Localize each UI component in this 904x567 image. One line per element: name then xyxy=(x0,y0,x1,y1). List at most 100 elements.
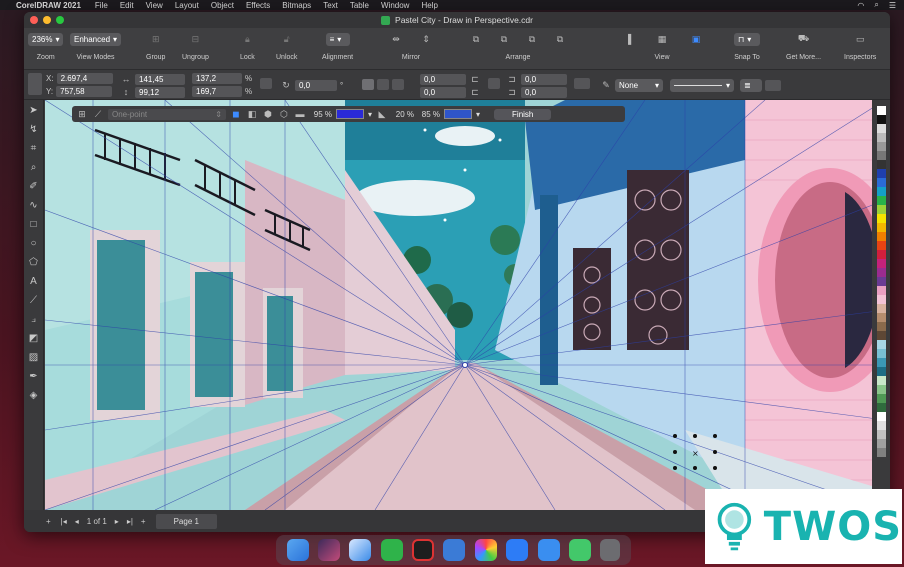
object-origin-icon[interactable] xyxy=(28,73,42,95)
chevron-down-icon[interactable]: ▾ xyxy=(368,110,372,119)
line-color-swatch[interactable] xyxy=(444,109,473,119)
corner-tr-field[interactable]: 0,0 xyxy=(521,73,567,85)
palette-color-swatch[interactable] xyxy=(876,322,886,331)
rotation-field[interactable]: 0,0 xyxy=(295,79,337,91)
menu-object[interactable]: Object xyxy=(211,1,234,10)
palette-color-swatch[interactable] xyxy=(876,277,886,286)
font-manager-app-icon[interactable] xyxy=(443,539,466,561)
line-opacity-value[interactable]: 20 % xyxy=(392,110,414,119)
minimize-button[interactable] xyxy=(43,16,51,24)
grid-opacity-value[interactable]: 95 % xyxy=(310,110,332,119)
palette-color-swatch[interactable] xyxy=(876,340,886,349)
safari-app-icon[interactable] xyxy=(349,539,372,561)
menu-table[interactable]: Table xyxy=(350,1,369,10)
first-page-icon[interactable]: |◂ xyxy=(61,517,67,526)
palette-color-swatch[interactable] xyxy=(876,187,886,196)
finish-button[interactable]: Finish xyxy=(494,108,552,120)
mail-app-icon[interactable] xyxy=(537,539,560,561)
snap-to-tool[interactable]: ⊓ ▾ Snap To xyxy=(734,30,760,61)
to-curves-icon[interactable] xyxy=(765,80,781,91)
menu-text[interactable]: Text xyxy=(323,1,338,10)
lock-ratio-icon[interactable] xyxy=(260,78,272,89)
palette-color-swatch[interactable] xyxy=(876,151,886,160)
drawing-canvas[interactable]: × ⊞ ⟋ One-point ⇕ ◼ ◧ ⬢ ⬡ ▬ 95 % ▾ ◣ 20 %… xyxy=(45,100,885,510)
text-tool-icon[interactable]: A xyxy=(28,275,40,287)
palette-color-swatch[interactable] xyxy=(876,331,886,340)
palette-color-swatch[interactable] xyxy=(876,295,886,304)
zoom-button[interactable] xyxy=(56,16,64,24)
palette-color-swatch[interactable] xyxy=(876,403,886,412)
rectangle-tool-icon[interactable]: □ xyxy=(28,218,40,230)
previous-page-icon[interactable]: ◂ xyxy=(75,517,79,526)
palette-color-swatch[interactable] xyxy=(876,259,886,268)
corner-tl-field[interactable]: 0,0 xyxy=(420,73,466,85)
palette-color-swatch[interactable] xyxy=(876,160,886,169)
app-store-app-icon[interactable] xyxy=(506,539,529,561)
palette-color-swatch[interactable] xyxy=(876,214,886,223)
snap-to-dropdown[interactable]: ⊓ ▾ xyxy=(734,32,760,46)
perspective-plane-top-icon[interactable]: ⬢ xyxy=(262,108,274,120)
palette-color-swatch[interactable] xyxy=(876,115,886,124)
alignment-dropdown[interactable]: ≡ ▾ xyxy=(325,32,350,46)
corner-scallop-icon[interactable] xyxy=(377,79,389,90)
search-icon[interactable]: ⌕ xyxy=(874,0,878,10)
last-page-icon[interactable]: ▸| xyxy=(127,517,133,526)
transparency-icon[interactable]: ▨ xyxy=(28,351,40,363)
line-style-dropdown[interactable]: ▾ xyxy=(670,79,734,92)
control-center-icon[interactable]: ☰ xyxy=(889,1,896,10)
palette-color-swatch[interactable] xyxy=(876,241,886,250)
palette-color-swatch[interactable] xyxy=(876,124,886,133)
parallel-dimension-icon[interactable]: ⟋ xyxy=(28,294,40,306)
palette-color-swatch[interactable] xyxy=(876,394,886,403)
grid-color-swatch[interactable] xyxy=(336,109,364,119)
scale-height-field[interactable]: 169,7 xyxy=(192,86,242,97)
palette-color-swatch[interactable] xyxy=(876,133,886,142)
perspective-plane-front-icon[interactable]: ◼ xyxy=(230,108,242,120)
menu-help[interactable]: Help xyxy=(421,1,437,10)
messages-app-icon[interactable] xyxy=(568,539,591,561)
unlock-tool[interactable]: 🔓︎ Unlock xyxy=(276,30,297,62)
palette-color-swatch[interactable] xyxy=(876,385,886,394)
palette-color-swatch[interactable] xyxy=(876,376,886,385)
perspective-type-dropdown[interactable]: One-point ⇕ xyxy=(108,108,226,120)
drop-shadow-icon[interactable]: ◩ xyxy=(28,332,40,344)
polygon-tool-icon[interactable]: ⬠ xyxy=(28,256,40,268)
coreldraw-app-icon[interactable] xyxy=(380,539,403,561)
palette-color-swatch[interactable] xyxy=(876,358,886,367)
zoom-dropdown[interactable]: 236% ▾ xyxy=(28,32,64,46)
lock-corners-icon[interactable] xyxy=(488,78,500,89)
height-field[interactable]: 99,12 xyxy=(135,86,185,98)
outline-width-dropdown[interactable]: None ▾ xyxy=(615,79,663,92)
palette-color-swatch[interactable] xyxy=(876,367,886,376)
y-position-field[interactable]: 757,58 xyxy=(56,86,113,97)
palette-color-swatch[interactable] xyxy=(876,268,886,277)
photos-app-icon[interactable] xyxy=(474,539,497,561)
app-name-menu[interactable]: CorelDRAW 2021 xyxy=(16,1,81,10)
corner-round-icon[interactable] xyxy=(362,79,374,90)
palette-color-swatch[interactable] xyxy=(876,304,886,313)
wifi-icon[interactable]: ◠ xyxy=(857,1,864,10)
ellipse-tool-icon[interactable]: ○ xyxy=(28,237,40,249)
palette-color-swatch[interactable] xyxy=(876,313,886,322)
palette-color-swatch[interactable] xyxy=(876,232,886,241)
corner-bl-field[interactable]: 0,0 xyxy=(420,86,466,98)
alignment-tool[interactable]: ≡ ▾ Alignment xyxy=(322,30,353,61)
perspective-draw-icon[interactable]: ⟋ xyxy=(92,108,104,120)
palette-color-swatch[interactable] xyxy=(876,205,886,214)
freehand-tool-icon[interactable]: ✐ xyxy=(28,180,40,192)
perspective-lock-icon[interactable]: ⬡ xyxy=(278,108,290,120)
to-front-icon[interactable]: ⧉ xyxy=(470,33,482,45)
menu-effects[interactable]: Effects xyxy=(246,1,270,10)
mirror-horizontal-icon[interactable]: ⇹ xyxy=(390,33,402,45)
perspective-plane-side-icon[interactable]: ◧ xyxy=(246,108,258,120)
eyedropper-icon[interactable]: ✒ xyxy=(28,370,40,382)
guidelines-icon[interactable]: ▣ xyxy=(690,33,702,45)
menu-layout[interactable]: Layout xyxy=(175,1,199,10)
palette-color-swatch[interactable] xyxy=(876,421,886,430)
x-position-field[interactable]: 2.697,4 xyxy=(56,73,113,84)
palette-color-swatch[interactable] xyxy=(876,430,886,439)
connector-tool-icon[interactable]: ⟓ xyxy=(28,313,40,325)
next-page-icon[interactable]: ▸ xyxy=(115,517,119,526)
palette-color-swatch[interactable] xyxy=(876,439,886,448)
width-field[interactable]: 141,45 xyxy=(135,73,185,85)
